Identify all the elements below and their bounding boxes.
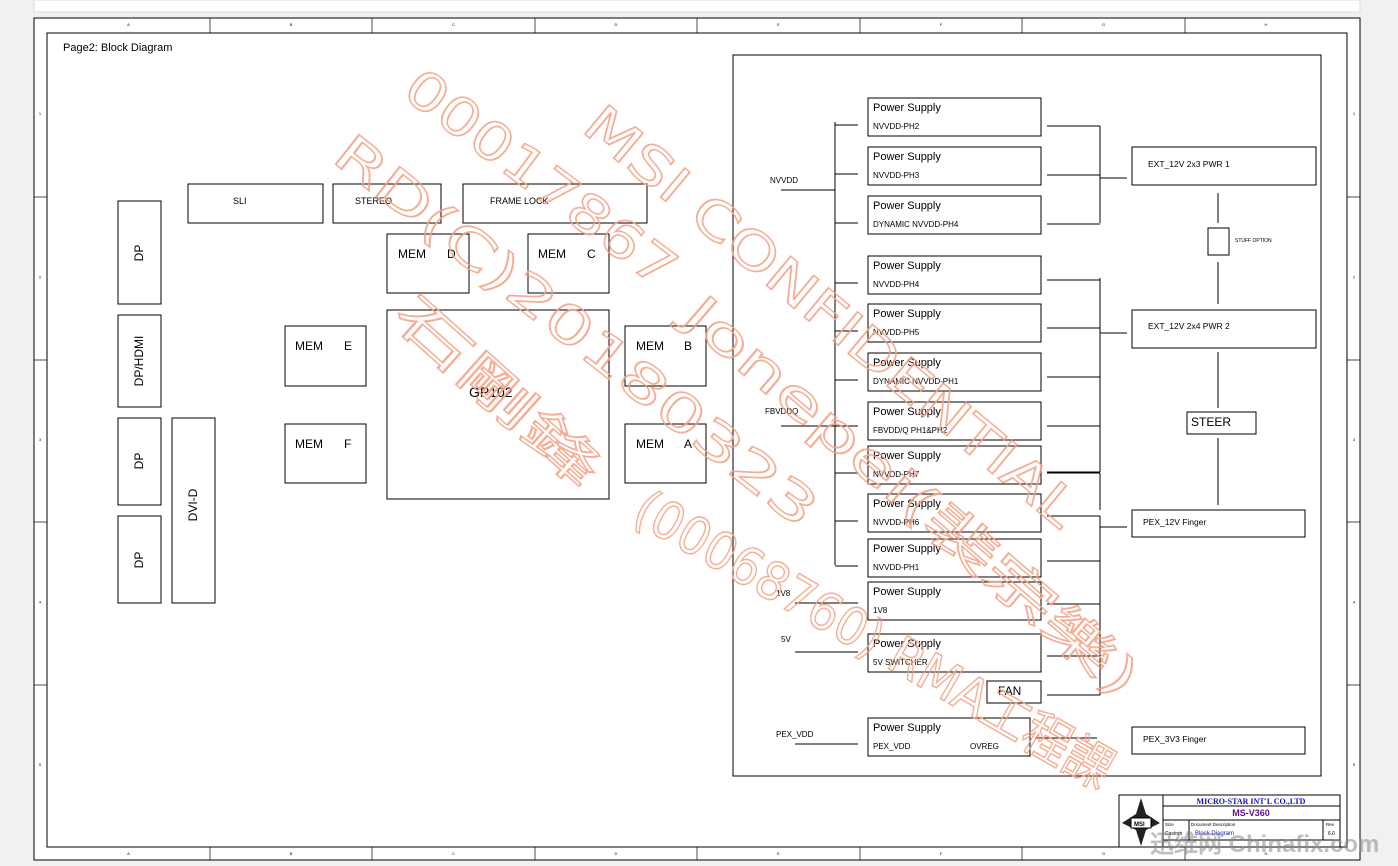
power-supply-title: Power Supply	[873, 200, 941, 212]
model-name: MS-V360	[1232, 808, 1270, 818]
power-supply-title: Power Supply	[873, 102, 941, 114]
doc-label: Document Description	[1191, 822, 1236, 827]
power-supply-block: Power Supply NVVDD-PH4	[867, 255, 1042, 295]
border-column-label: G	[1102, 22, 1105, 27]
dp-label: DP	[132, 245, 146, 262]
border-column-label: C	[452, 22, 455, 27]
power-supply-title: Power Supply	[873, 722, 941, 734]
page-title: Page2: Block Diagram	[63, 42, 172, 54]
5v-input-label: 5V	[781, 635, 791, 644]
border-column-label: E	[777, 22, 780, 27]
steer-label: STEER	[1191, 415, 1231, 429]
dp-label: DP	[132, 552, 146, 569]
power-supply-title: Power Supply	[873, 586, 941, 598]
power-supply-title: Power Supply	[873, 260, 941, 272]
ext1-label: EXT_12V 2x3 PWR 1	[1148, 159, 1230, 169]
border-column-label: G	[1102, 851, 1105, 856]
pex-12v-label: PEX_12V Finger	[1143, 517, 1206, 527]
power-supply-rail: NVVDD-PH4	[873, 280, 920, 289]
power-supply-rail: NVVDD-PH1	[873, 563, 920, 572]
border-column-label: A	[127, 22, 130, 27]
stuff-option-label: STUFF OPTION	[1235, 238, 1272, 244]
ext2-label: EXT_12V 2x4 PWR 2	[1148, 321, 1230, 331]
power-supply-rail: PEX_VDD	[873, 742, 911, 751]
dp-hdmi-label: DP/HDMI	[132, 336, 146, 387]
power-supply-title: Power Supply	[873, 308, 941, 320]
power-supply-rail: DYNAMIC NVVDD-PH4	[873, 220, 959, 229]
border-column-label: D	[615, 851, 618, 856]
stuff-option-box	[1207, 227, 1230, 256]
border-column-label: C	[452, 851, 455, 856]
power-supply-title: Power Supply	[873, 151, 941, 163]
sli-label: SLI	[233, 196, 247, 206]
dvi-d-label: DVI-D	[186, 488, 200, 521]
power-supply-rail: NVVDD-PH2	[873, 122, 920, 131]
site-watermark: 迅维网 Chinafix.com	[1150, 830, 1379, 858]
company-name: MICRO-STAR INT'L CO.,LTD	[1197, 797, 1306, 806]
msi-logo-text: MSI	[1134, 822, 1145, 828]
border-column-label: H	[1265, 22, 1268, 27]
size-label: Size	[1165, 822, 1174, 827]
border-column-label: B	[290, 22, 293, 27]
border-column-label: A	[127, 851, 130, 856]
pex-3v3-label: PEX_3V3 Finger	[1143, 734, 1206, 744]
power-supply-block: Power Supply DYNAMIC NVVDD-PH4	[867, 195, 1042, 235]
power-supply-block: Power Supply NVVDD-PH2	[867, 97, 1042, 137]
nvvdd-input-label: NVVDD	[770, 176, 798, 185]
pex-vdd-input-label: PEX_VDD	[776, 730, 814, 739]
border-column-label: B	[290, 851, 293, 856]
power-supply-block: Power Supply NVVDD-PH3	[867, 146, 1042, 186]
power-supply-rail: NVVDD-PH3	[873, 171, 920, 180]
border-column-label: E	[777, 851, 780, 856]
schematic-sheet: AABBCCDDEEFFGGHH1 12 23 34 45 5 Page2: Block …	[0, 0, 1398, 866]
border-column-label: D	[615, 22, 618, 27]
rev-label: Rev	[1326, 822, 1335, 827]
dp-label: DP	[132, 453, 146, 470]
